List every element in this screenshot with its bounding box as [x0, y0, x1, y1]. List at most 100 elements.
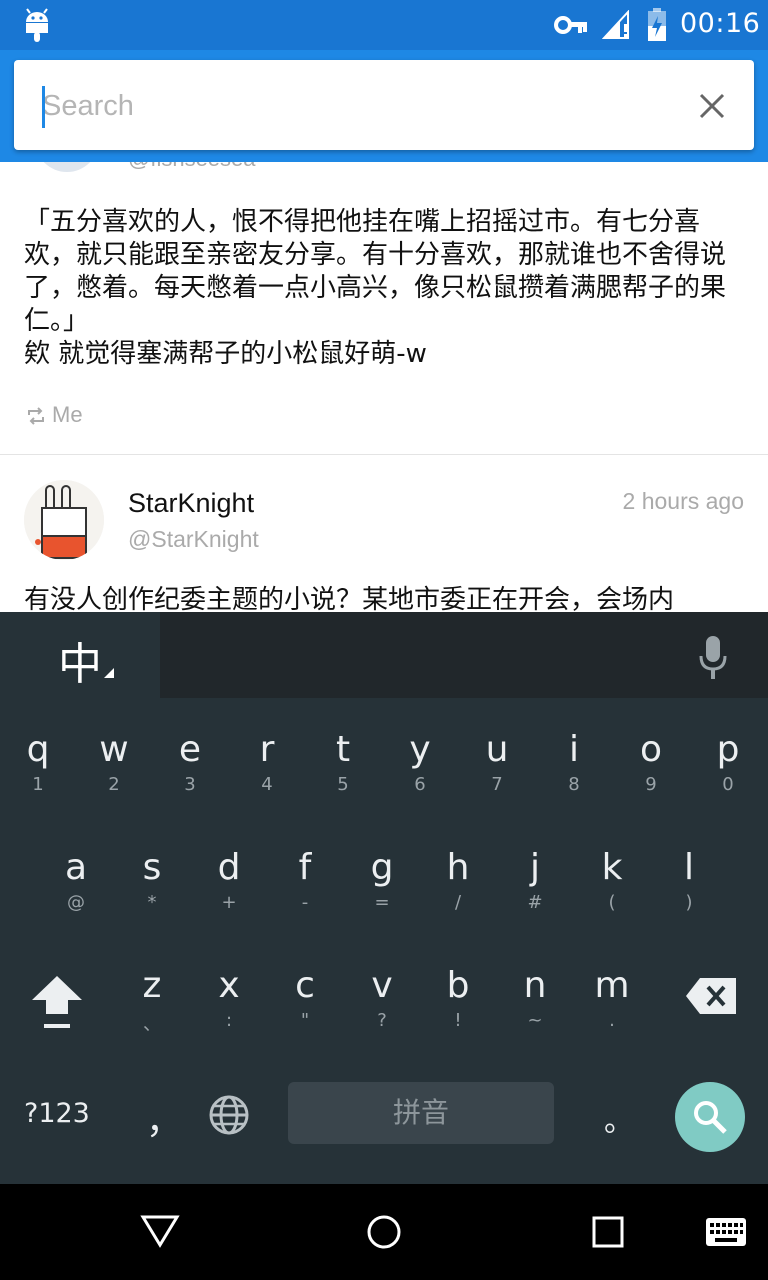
post-handle: @fishseesea: [128, 162, 256, 172]
key-label: h: [446, 847, 470, 888]
key-secondary-label: 0: [722, 774, 734, 795]
key-label: d: [217, 847, 241, 888]
key-r[interactable]: r4: [229, 716, 305, 826]
post-username[interactable]: StarKnight: [128, 488, 254, 519]
post-handle: @StarKnight: [128, 526, 259, 552]
signal-icon: [602, 10, 629, 39]
key-secondary-label: 5: [337, 774, 349, 795]
key-o[interactable]: o9: [613, 716, 689, 826]
key-t[interactable]: t5: [305, 716, 381, 826]
key-label: x: [218, 965, 240, 1006]
key-label: v: [371, 965, 393, 1006]
key-label: f: [298, 847, 312, 888]
text-cursor: [42, 86, 45, 128]
vpn-key-icon: [554, 16, 587, 34]
key-label: y: [409, 729, 431, 770]
keyboard-icon[interactable]: [706, 1218, 746, 1246]
key-secondary-label: 、: [143, 1014, 161, 1035]
key-f[interactable]: f-: [267, 834, 343, 944]
language-switch-key[interactable]: 中: [58, 628, 102, 692]
period-key[interactable]: 。: [604, 1096, 634, 1140]
key-p[interactable]: p0: [690, 716, 766, 826]
search-action-key[interactable]: [675, 1082, 745, 1152]
key-j[interactable]: j #: [497, 834, 573, 944]
search-input[interactable]: [42, 84, 662, 128]
key-secondary-label: 3: [184, 774, 196, 795]
key-e[interactable]: e3: [152, 716, 228, 826]
key-secondary-label: *: [147, 892, 157, 913]
comma-key[interactable]: ，: [146, 1092, 182, 1144]
retweeted-by: Me: [26, 402, 83, 428]
key-label: l: [683, 847, 694, 888]
microphone-icon[interactable]: [698, 636, 728, 680]
divider: [0, 454, 768, 455]
key-n[interactable]: n ~: [497, 952, 573, 1062]
key-z[interactable]: z、: [114, 952, 190, 1062]
key-label: e: [178, 729, 202, 770]
key-a[interactable]: a @: [38, 834, 114, 944]
key-label: t: [335, 729, 351, 770]
key-secondary-label: 8: [568, 774, 580, 795]
key-label: s: [142, 847, 162, 888]
key-secondary-label: 7: [491, 774, 503, 795]
key-label: n: [523, 965, 547, 1006]
globe-icon[interactable]: [208, 1094, 250, 1136]
key-secondary-label: /: [454, 892, 462, 913]
key-m[interactable]: m.: [574, 952, 650, 1062]
key-c[interactable]: c ": [267, 952, 343, 1062]
key-secondary-label: 9: [645, 774, 657, 795]
key-secondary-label: 6: [414, 774, 426, 795]
key-secondary-label: !: [454, 1010, 462, 1031]
key-l[interactable]: l): [651, 834, 727, 944]
key-h[interactable]: h /: [420, 834, 496, 944]
key-label: g: [370, 847, 394, 888]
close-icon[interactable]: [696, 90, 728, 122]
backspace-icon[interactable]: [686, 978, 736, 1014]
status-bar: 00:16: [0, 0, 768, 50]
key-secondary-label: ?: [377, 1010, 387, 1031]
key-k[interactable]: k(: [574, 834, 650, 944]
symbols-key[interactable]: ?123: [24, 1098, 90, 1129]
key-g[interactable]: g =: [344, 834, 420, 944]
retweet-icon: [28, 407, 44, 425]
key-label: k: [601, 847, 623, 888]
key-label: b: [446, 965, 470, 1006]
key-secondary-label: +: [221, 892, 237, 913]
key-q[interactable]: q1: [0, 716, 76, 826]
key-label: j: [529, 847, 540, 888]
avatar[interactable]: [32, 162, 102, 178]
key-label: r: [259, 729, 275, 770]
key-u[interactable]: u7: [459, 716, 535, 826]
recent-apps-icon[interactable]: [592, 1216, 624, 1248]
key-label: z: [142, 965, 162, 1006]
key-secondary-label: .: [609, 1010, 615, 1031]
key-label: w: [99, 729, 129, 770]
key-label: i: [568, 729, 579, 770]
shift-icon[interactable]: [30, 974, 84, 1032]
android-icon: [26, 8, 48, 42]
key-s[interactable]: s *: [114, 834, 190, 944]
key-secondary-label: #: [527, 892, 543, 913]
key-label: m: [594, 965, 630, 1006]
key-secondary-label: ": [300, 1010, 310, 1031]
status-time: 00:16: [680, 8, 761, 39]
key-secondary-label: 4: [261, 774, 273, 795]
space-key[interactable]: 拼音: [288, 1082, 554, 1144]
back-icon[interactable]: [140, 1214, 180, 1248]
avatar[interactable]: [24, 480, 104, 560]
key-y[interactable]: y6: [382, 716, 458, 826]
key-secondary-label: -: [301, 892, 309, 913]
battery-charging-icon: [648, 8, 666, 41]
key-secondary-label: 1: [32, 774, 44, 795]
key-label: a: [64, 847, 88, 888]
key-label: p: [716, 729, 740, 770]
timeline-feed[interactable]: @fishseesea 「五分喜欢的人，恨不得把他挂在嘴上招摇过市。有七分喜欢，…: [0, 162, 768, 612]
key-v[interactable]: v?: [344, 952, 420, 1062]
key-w[interactable]: w2: [76, 716, 152, 826]
home-icon[interactable]: [366, 1214, 402, 1250]
language-menu-indicator: [104, 668, 114, 678]
key-x[interactable]: x:: [191, 952, 267, 1062]
key-d[interactable]: d +: [191, 834, 267, 944]
key-b[interactable]: b!: [420, 952, 496, 1062]
key-i[interactable]: i8: [536, 716, 612, 826]
